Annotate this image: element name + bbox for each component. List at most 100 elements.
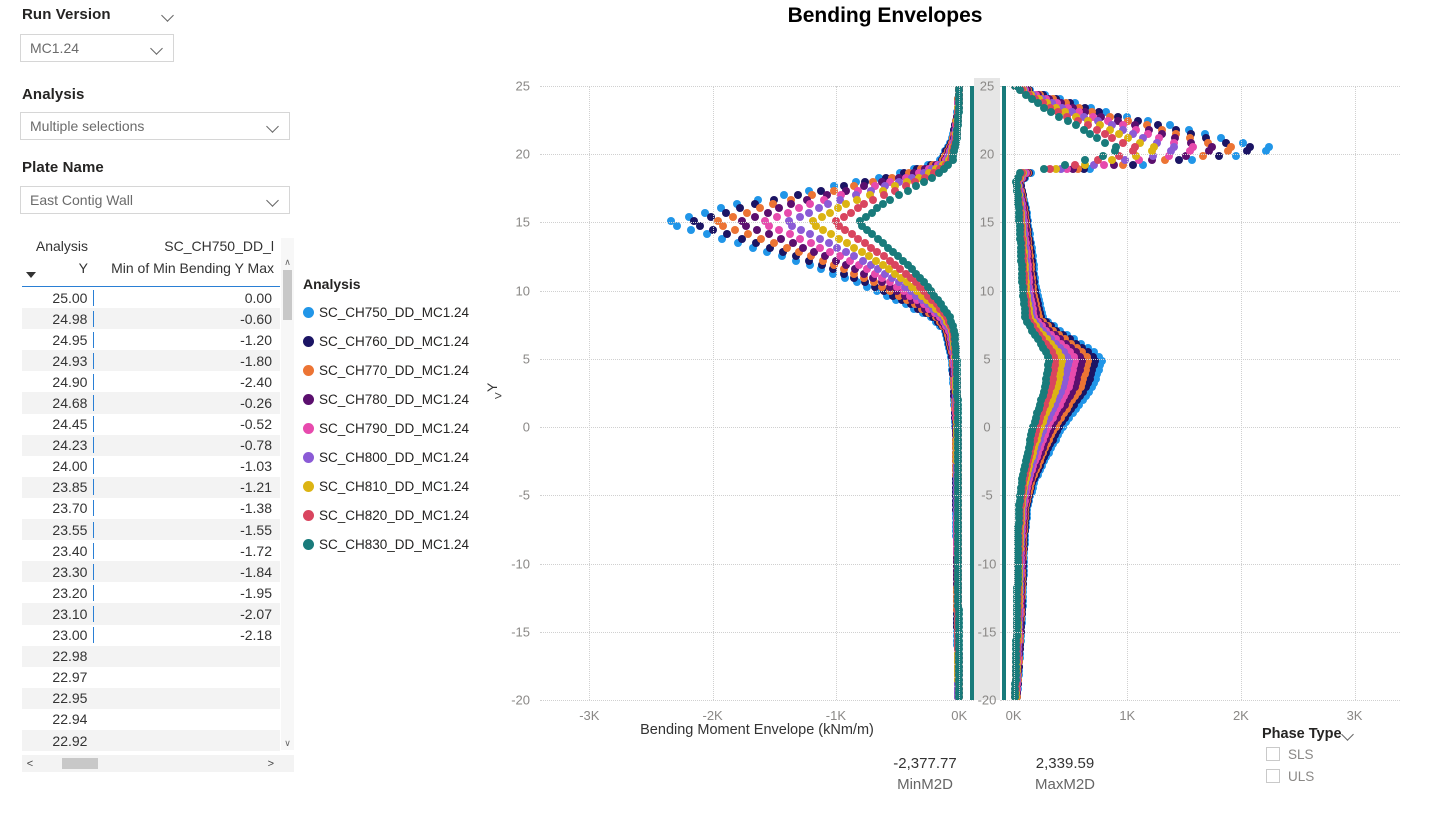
plot-area-min[interactable]	[540, 86, 974, 700]
data-point	[728, 212, 737, 221]
cell-y: 24.68	[52, 395, 88, 412]
data-point	[755, 204, 764, 213]
legend-item[interactable]: SC_CH820_DD_MC1.24	[303, 501, 488, 530]
table-row[interactable]: 23.20 -1.95	[22, 582, 280, 603]
cell-y: 24.95	[52, 331, 88, 348]
chevron-down-icon[interactable]	[162, 6, 176, 23]
table-row[interactable]: 24.95 -1.20	[22, 329, 280, 350]
center-axis-band	[974, 78, 1000, 700]
cell-y: 25.00	[52, 289, 88, 306]
cell-min-bending: -1.03	[93, 458, 280, 475]
table-horizontal-scrollbar[interactable]: < >	[22, 755, 294, 772]
legend-item[interactable]: SC_CH760_DD_MC1.24	[303, 327, 488, 356]
table-row[interactable]: 23.55 -1.55	[22, 519, 280, 541]
table-row[interactable]: 22.95	[22, 687, 280, 709]
stat-card: -2,377.77 MinM2D	[870, 755, 980, 793]
table-row[interactable]: 25.00 0.00	[22, 287, 280, 308]
table-row[interactable]: 24.23 -0.78	[22, 434, 280, 456]
legend-item[interactable]: SC_CH800_DD_MC1.24	[303, 443, 488, 472]
y-axis-tick-label-center: -20	[977, 692, 997, 708]
legend-color-dot-icon	[303, 539, 314, 550]
cell-y: 22.97	[52, 669, 88, 686]
table-row[interactable]: 24.98 -0.60	[22, 308, 280, 330]
table-row[interactable]: 22.97	[22, 667, 280, 688]
legend-item[interactable]: SC_CH810_DD_MC1.24	[303, 472, 488, 501]
x-axis-tick-label: -2K	[702, 708, 723, 723]
data-table[interactable]: Analysis SC_CH750_DD_l Y Min of Min Bend…	[22, 238, 294, 772]
plate-name-dropdown[interactable]: East Contig Wall	[20, 186, 290, 214]
table-vertical-scrollbar[interactable]: ∧ ∨	[281, 238, 294, 750]
y-axis-tick-label: -10	[511, 556, 530, 572]
table-row[interactable]: 23.30 -1.84	[22, 561, 280, 583]
plot-area-max[interactable]	[1000, 86, 1400, 700]
sort-descending-icon[interactable]	[26, 272, 36, 278]
table-column-min-bending[interactable]: Min of Min Bending Y Max	[94, 260, 282, 276]
data-point	[816, 243, 825, 252]
y-axis-tick-label: 5	[522, 351, 530, 367]
gridline-horizontal	[540, 290, 974, 292]
x-axis-label: Bending Moment Envelope (kNm/m)	[640, 722, 874, 738]
data-point	[894, 191, 903, 200]
gridline-horizontal	[540, 495, 974, 497]
chevron-down-icon	[151, 44, 165, 52]
scroll-up-icon[interactable]: ∧	[281, 256, 294, 269]
run-version-dropdown[interactable]: MC1.24	[20, 34, 174, 62]
table-row[interactable]: 23.40 -1.72	[22, 540, 280, 561]
legend-item-label: SC_CH800_DD_MC1.24	[319, 450, 470, 465]
phase-type-option[interactable]: ULS	[1262, 766, 1432, 786]
vertical-scroll-thumb[interactable]	[283, 270, 292, 320]
scroll-left-icon[interactable]: <	[22, 758, 38, 770]
phase-type-option[interactable]: SLS	[1262, 744, 1432, 764]
legend-item[interactable]: SC_CH830_DD_MC1.24	[303, 530, 488, 559]
x-axis-tick-label: 1K	[1119, 708, 1136, 723]
data-point	[842, 199, 851, 208]
scroll-right-icon[interactable]: >	[268, 758, 274, 770]
y-axis-tick-label: 10	[515, 283, 530, 299]
legend-item[interactable]: SC_CH780_DD_MC1.24	[303, 385, 488, 414]
table-row[interactable]: 23.85 -1.21	[22, 476, 280, 498]
horizontal-scroll-thumb[interactable]	[62, 758, 98, 769]
x-axis-tick-label: 2K	[1232, 708, 1249, 723]
table-row[interactable]: 24.45 -0.52	[22, 414, 280, 435]
y-axis-tick-label-center: 5	[983, 351, 991, 367]
data-point	[818, 226, 827, 235]
legend-items[interactable]: SC_CH750_DD_MC1.24 SC_CH760_DD_MC1.24 SC_C…	[303, 298, 488, 559]
checkbox-icon[interactable]	[1266, 769, 1280, 783]
cell-y: 24.00	[52, 458, 88, 475]
table-row[interactable]: 23.70 -1.38	[22, 498, 280, 519]
legend-item[interactable]: SC_CH790_DD_MC1.24	[303, 414, 488, 443]
legend-item[interactable]: SC_CH770_DD_MC1.24	[303, 356, 488, 385]
table-row[interactable]: 24.93 -1.80	[22, 350, 280, 372]
data-point	[839, 212, 848, 221]
plate-name-value: East Contig Wall	[30, 192, 133, 208]
chevron-down-icon[interactable]	[1342, 726, 1356, 742]
legend-item[interactable]: SC_CH750_DD_MC1.24	[303, 298, 488, 327]
scroll-down-icon[interactable]: ∨	[281, 737, 294, 750]
legend-color-dot-icon	[303, 423, 314, 434]
gridline-horizontal	[540, 86, 974, 87]
data-point	[805, 199, 814, 208]
gridline-horizontal	[540, 563, 974, 565]
phase-type-title: Phase Type	[1262, 726, 1342, 742]
gridline-vertical	[712, 86, 714, 700]
table-row[interactable]: 22.92	[22, 729, 280, 752]
table-row[interactable]: 24.90 -2.40	[22, 371, 280, 392]
y-axis-tick-label: 15	[515, 214, 530, 230]
table-row[interactable]: 24.00 -1.03	[22, 456, 280, 477]
data-point	[1108, 134, 1117, 143]
table-body[interactable]: 25.00 0.00 24.98 -0.60 24.95 -1.20 24.93 -1.80 2…	[22, 287, 280, 752]
y-axis-tick-label-center: 10	[979, 283, 995, 299]
checkbox-icon[interactable]	[1266, 747, 1280, 761]
table-row[interactable]: 23.00 -2.18	[22, 625, 280, 646]
data-point	[795, 212, 804, 221]
stat-value: 2,339.59	[1035, 755, 1095, 772]
table-row[interactable]: 24.68 -0.26	[22, 392, 280, 414]
table-row[interactable]: 23.10 -2.07	[22, 603, 280, 625]
table-row[interactable]: 22.98	[22, 645, 280, 667]
legend-item-label: SC_CH790_DD_MC1.24	[319, 421, 470, 436]
y-axis-tick-label-center: 0	[983, 419, 991, 435]
analysis-dropdown[interactable]: Multiple selections	[20, 112, 290, 140]
data-point	[774, 226, 783, 235]
table-row[interactable]: 22.94	[22, 709, 280, 730]
phase-type-options[interactable]: SLS ULS	[1262, 744, 1432, 786]
